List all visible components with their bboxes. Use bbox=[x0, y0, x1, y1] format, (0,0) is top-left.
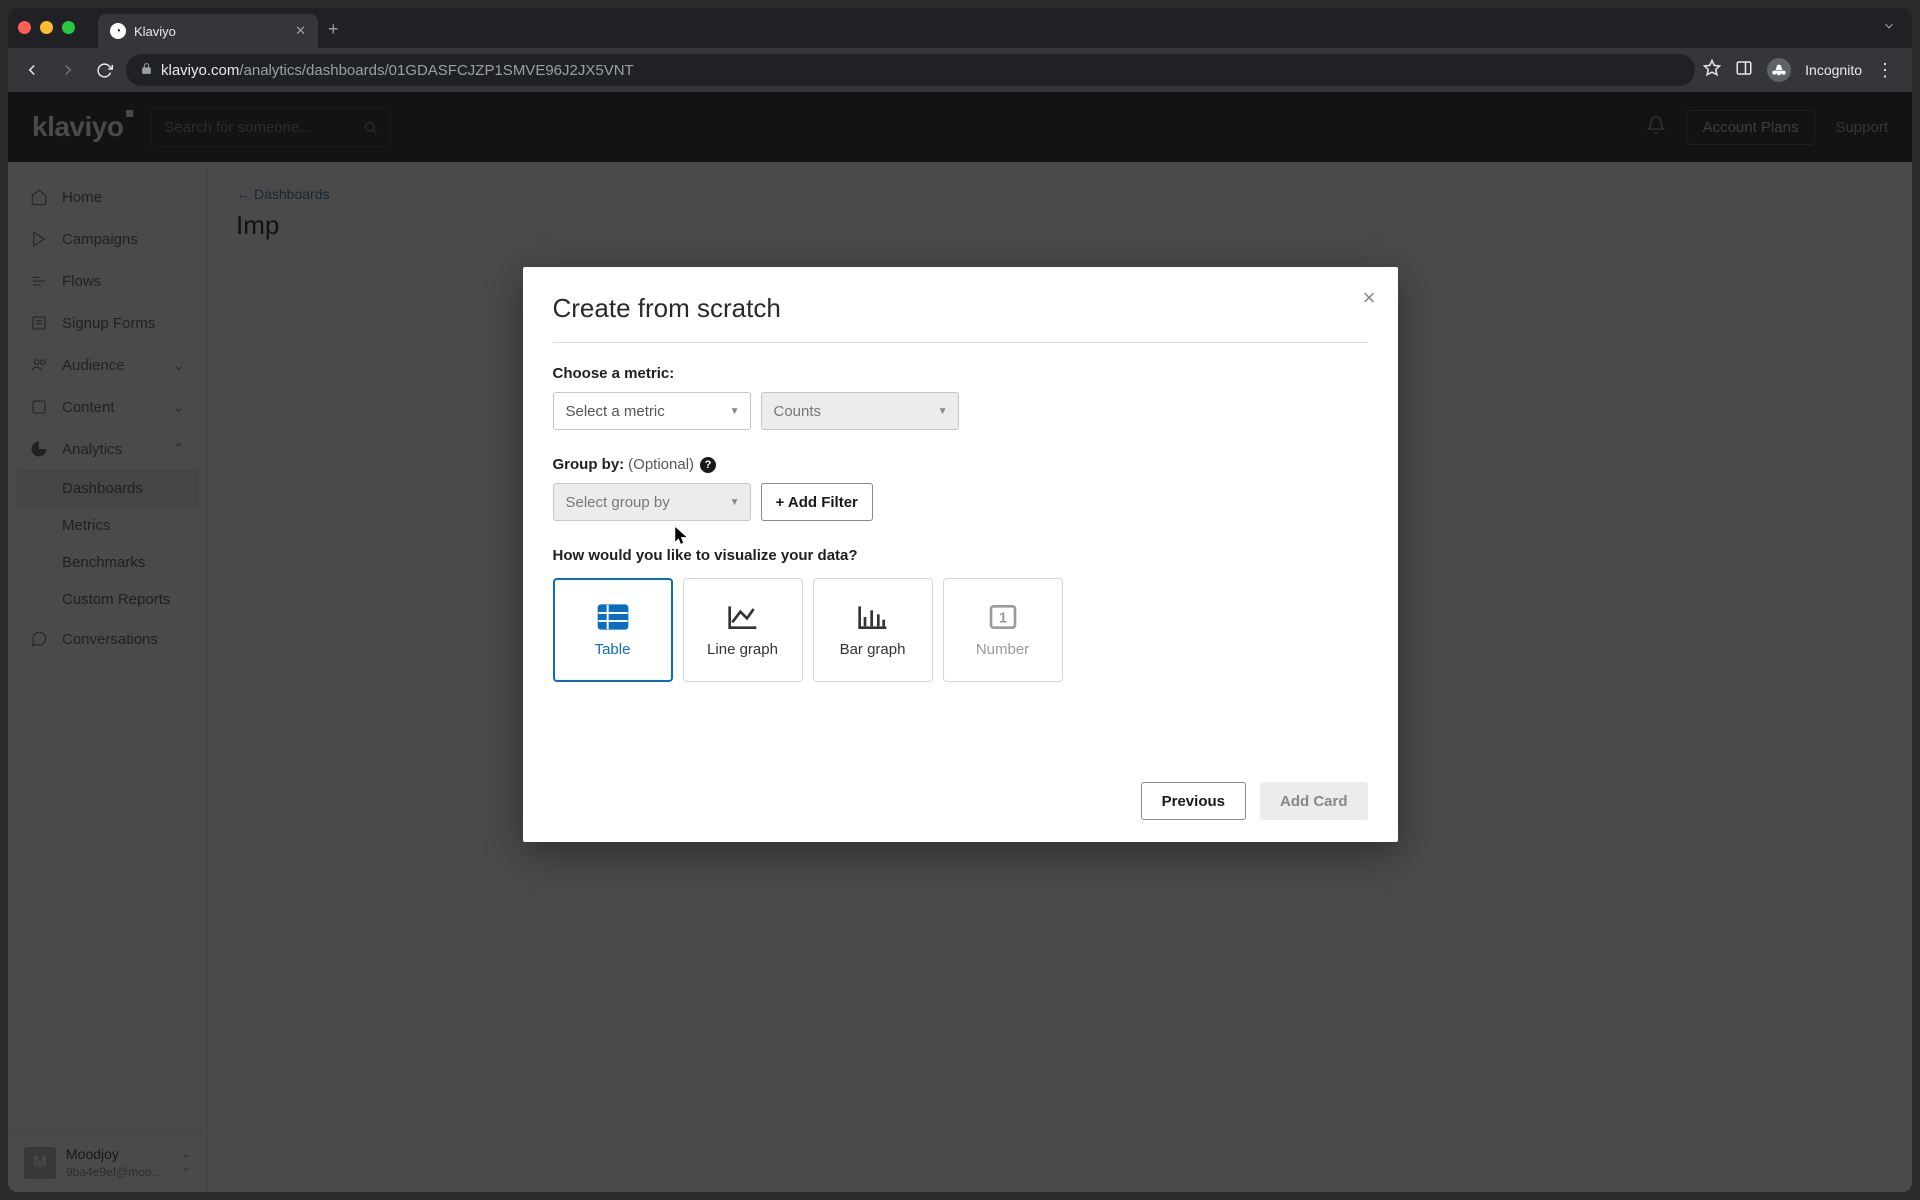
metric-label: Choose a metric: bbox=[553, 365, 1368, 382]
chevron-down-icon: ▼ bbox=[730, 497, 740, 508]
modal-title: Create from scratch bbox=[553, 293, 1368, 324]
number-icon: 1 bbox=[987, 603, 1019, 631]
panel-icon[interactable] bbox=[1735, 59, 1753, 82]
group-by-label: Group by: (Optional) ? bbox=[553, 456, 1368, 473]
forward-button[interactable] bbox=[54, 56, 82, 84]
viz-option-table[interactable]: Table bbox=[553, 578, 673, 682]
counts-select[interactable]: Counts▼ bbox=[761, 392, 959, 430]
tab-title: Klaviyo bbox=[134, 24, 287, 39]
line-graph-icon bbox=[727, 603, 759, 631]
incognito-icon bbox=[1767, 58, 1791, 82]
help-icon[interactable]: ? bbox=[700, 457, 716, 473]
back-button[interactable] bbox=[18, 56, 46, 84]
browser-tab[interactable]: ◔ Klaviyo ✕ bbox=[98, 14, 318, 48]
add-filter-button[interactable]: + Add Filter bbox=[761, 483, 873, 521]
viz-option-number[interactable]: 1 Number bbox=[943, 578, 1063, 682]
tab-close-icon[interactable]: ✕ bbox=[295, 23, 306, 39]
incognito-label: Incognito bbox=[1805, 62, 1862, 78]
browser-tab-bar: ◔ Klaviyo ✕ + bbox=[8, 8, 1912, 48]
svg-text:1: 1 bbox=[998, 610, 1006, 626]
previous-button[interactable]: Previous bbox=[1141, 782, 1246, 820]
divider bbox=[553, 342, 1368, 343]
mac-traffic-lights[interactable] bbox=[18, 21, 75, 34]
mac-minimize-button[interactable] bbox=[40, 21, 53, 34]
url-text: klaviyo.com/analytics/dashboards/01GDASF… bbox=[161, 62, 634, 79]
add-card-button[interactable]: Add Card bbox=[1260, 782, 1368, 820]
browser-window: ◔ Klaviyo ✕ + klaviyo.com/analytics/dash… bbox=[8, 8, 1912, 1192]
modal-close-icon[interactable]: × bbox=[1363, 285, 1376, 311]
group-by-select[interactable]: Select group by▼ bbox=[553, 483, 751, 521]
mouse-cursor-icon bbox=[675, 527, 689, 550]
lock-icon bbox=[140, 62, 153, 78]
mac-maximize-button[interactable] bbox=[62, 21, 75, 34]
new-tab-button[interactable]: + bbox=[328, 19, 339, 40]
create-from-scratch-modal: Create from scratch × Choose a metric: S… bbox=[523, 267, 1398, 842]
page-content: klaviyo◼ Search for someone... Account P… bbox=[8, 92, 1912, 1192]
metric-select[interactable]: Select a metric▼ bbox=[553, 392, 751, 430]
address-bar[interactable]: klaviyo.com/analytics/dashboards/01GDASF… bbox=[126, 54, 1695, 86]
browser-menu-icon[interactable]: ⋮ bbox=[1876, 60, 1894, 81]
viz-option-line-graph[interactable]: Line graph bbox=[683, 578, 803, 682]
modal-overlay[interactable]: Create from scratch × Choose a metric: S… bbox=[8, 92, 1912, 1192]
chevron-down-icon: ▼ bbox=[730, 406, 740, 417]
viz-option-bar-graph[interactable]: Bar graph bbox=[813, 578, 933, 682]
reload-button[interactable] bbox=[90, 56, 118, 84]
mac-close-button[interactable] bbox=[18, 21, 31, 34]
browser-toolbar: klaviyo.com/analytics/dashboards/01GDASF… bbox=[8, 48, 1912, 92]
bookmark-star-icon[interactable] bbox=[1703, 59, 1721, 82]
chevron-down-icon: ▼ bbox=[938, 406, 948, 417]
bar-graph-icon bbox=[857, 603, 889, 631]
table-icon bbox=[597, 603, 629, 631]
tabs-dropdown-icon[interactable] bbox=[1882, 19, 1896, 38]
favicon-icon: ◔ bbox=[110, 23, 126, 39]
